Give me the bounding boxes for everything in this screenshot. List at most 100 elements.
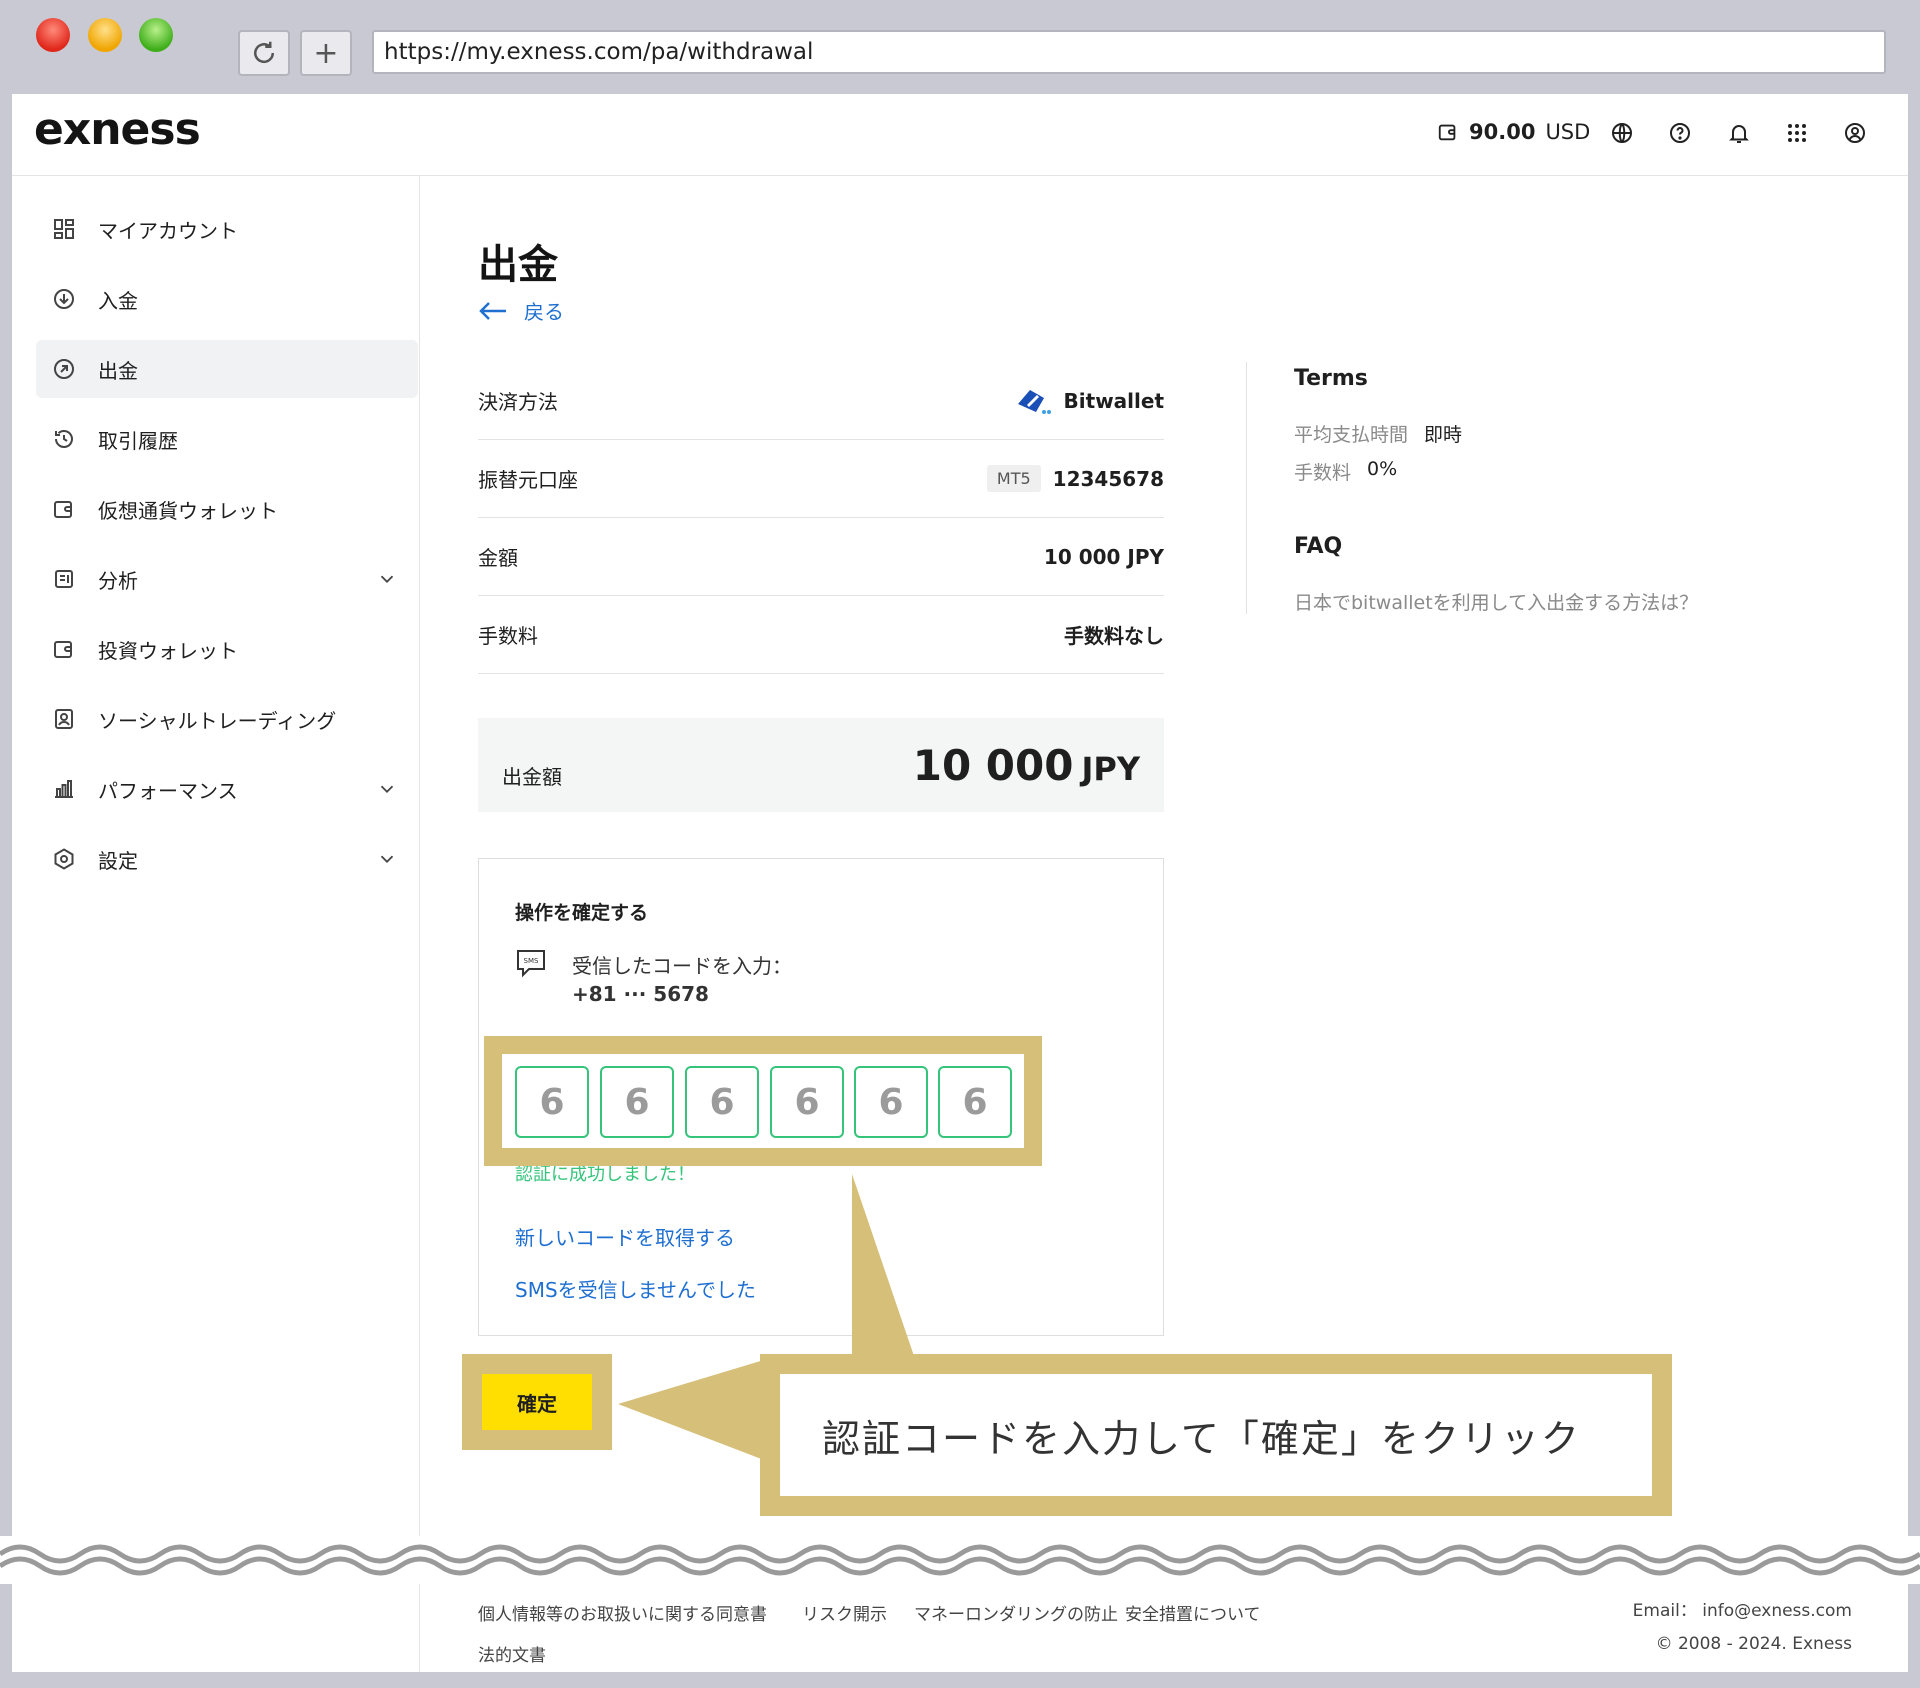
row-label: 手数料 <box>478 624 538 648</box>
amount-row: 金額 10 000 JPY <box>478 518 1164 596</box>
sidebar-item-label: 投資ウォレット <box>98 638 238 663</box>
footer-email: Email： info@exness.com <box>1632 1601 1852 1621</box>
reload-icon <box>254 41 275 64</box>
sidebar-item-performance[interactable]: パフォーマンス <box>36 760 418 818</box>
faq-link[interactable]: 日本でbitwalletを利用して入出金する方法は？ <box>1294 588 1698 615</box>
term-value: 0% <box>1367 458 1398 480</box>
footer-link-risk[interactable]: リスク開示 <box>802 1600 887 1625</box>
instruction-callout: 認証コードを入力して「確定」をクリック <box>780 1374 1652 1496</box>
bar-chart-icon <box>50 775 78 803</box>
language-button[interactable] <box>1609 120 1635 146</box>
confirmation-title: 操作を確定する <box>515 902 649 924</box>
notifications-button[interactable] <box>1726 120 1752 146</box>
user-icon <box>1845 123 1865 143</box>
balance-widget[interactable]: 90.00 USD <box>1437 120 1590 144</box>
new-tab-button[interactable]: + <box>300 30 352 76</box>
code-digit-input[interactable]: 6 <box>600 1066 674 1138</box>
sidebar-item-label: 設定 <box>98 848 138 873</box>
sidebar-item-my-account[interactable]: マイアカウント <box>36 200 418 258</box>
footer-copyright: © 2008 - 2024. Exness <box>1655 1634 1852 1654</box>
row-label: 決済方法 <box>478 390 558 414</box>
sidebar-item-label: 分析 <box>98 568 138 593</box>
payment-method-row: 決済方法 Bitwallet <box>478 362 1164 440</box>
sidebar-item-settings[interactable]: 設定 <box>36 830 418 888</box>
page-cut-wave <box>0 1536 1920 1584</box>
sidebar-item-label: 入金 <box>98 288 138 313</box>
back-link[interactable]: 戻る <box>478 296 564 325</box>
withdraw-icon <box>50 355 78 383</box>
bell-icon <box>1729 125 1749 143</box>
footer-link-legal[interactable]: 法的文書 <box>478 1641 546 1666</box>
sidebar-item-withdrawal[interactable]: 出金 <box>36 340 418 398</box>
sidebar-item-history[interactable]: 取引履歴 <box>36 410 418 468</box>
fee-row: 手数料 手数料なし <box>478 596 1164 674</box>
faq-title: FAQ <box>1294 534 1343 559</box>
reload-button[interactable] <box>238 30 290 76</box>
sidebar-item-social-trading[interactable]: ソーシャルトレーディング <box>36 690 418 748</box>
footer-link-privacy[interactable]: 個人情報等のお取扱いに関する同意書 <box>478 1600 767 1625</box>
sidebar-item-analytics[interactable]: 分析 <box>36 550 418 608</box>
minimize-window-button[interactable] <box>88 18 122 52</box>
code-digit-input[interactable]: 6 <box>854 1066 928 1138</box>
chevron-down-icon <box>380 785 394 794</box>
row-value: 12345678 <box>1052 466 1164 491</box>
code-digit-input[interactable]: 6 <box>938 1066 1012 1138</box>
dashboard-icon <box>50 215 78 243</box>
wallet-icon <box>50 635 78 663</box>
apps-grid-icon <box>1788 124 1806 142</box>
maximize-window-button[interactable] <box>139 18 173 52</box>
footer-link-aml[interactable]: マネーロンダリングの防止 <box>914 1600 1118 1625</box>
address-bar[interactable]: https://my.exness.com/pa/withdrawal <box>372 30 1886 74</box>
profile-button[interactable] <box>1842 120 1868 146</box>
code-digit-input[interactable]: 6 <box>770 1066 844 1138</box>
analytics-icon <box>50 565 78 593</box>
avg-payout-time: 平均支払時間 即時 <box>1294 420 1462 447</box>
column-divider <box>1246 362 1247 614</box>
withdrawal-total: 出金額 10 000 JPY <box>478 718 1164 812</box>
fee-term: 手数料 0% <box>1294 458 1397 485</box>
deposit-icon <box>50 285 78 313</box>
bitwallet-icon <box>1017 389 1051 414</box>
total-currency: JPY <box>1081 749 1140 788</box>
term-label: 平均支払時間 <box>1294 424 1409 446</box>
sidebar-item-label: マイアカウント <box>98 218 238 243</box>
sidebar-item-label: 出金 <box>98 358 138 383</box>
sidebar-item-investment-wallet[interactable]: 投資ウォレット <box>36 620 418 678</box>
help-icon <box>1670 123 1690 143</box>
row-label: 金額 <box>478 546 518 570</box>
terms-title: Terms <box>1294 366 1368 391</box>
settings-icon <box>50 845 78 873</box>
masked-phone: +81 ··· 5678 <box>572 982 709 1006</box>
sidebar-item-deposit[interactable]: 入金 <box>36 270 418 328</box>
sms-icon: SMS <box>517 950 545 978</box>
arrow-left-icon <box>479 301 506 320</box>
sidebar-item-crypto-wallet[interactable]: 仮想通貨ウォレット <box>36 480 418 538</box>
wallet-icon <box>50 495 78 523</box>
apps-button[interactable] <box>1784 120 1810 146</box>
chevron-down-icon <box>380 575 394 584</box>
code-prompt: 受信したコードを入力： <box>572 954 792 978</box>
balance-currency: USD <box>1545 120 1591 144</box>
chevron-down-icon <box>380 855 394 864</box>
close-window-button[interactable] <box>36 18 70 52</box>
exness-logo[interactable]: exness <box>34 104 201 155</box>
row-value: 10 000 JPY <box>1043 544 1164 569</box>
help-button[interactable] <box>1667 120 1693 146</box>
row-value: Bitwallet <box>1063 388 1164 413</box>
total-label: 出金額 <box>502 764 562 789</box>
balance-amount: 90.00 <box>1469 120 1536 144</box>
source-account-row: 振替元口座 MT5 12345678 <box>478 440 1164 518</box>
platform-badge: MT5 <box>986 465 1041 492</box>
footer-link-security[interactable]: 安全措置について <box>1125 1600 1261 1625</box>
svg-text:SMS: SMS <box>524 957 539 965</box>
confirm-button[interactable]: 確定 <box>482 1374 592 1430</box>
wallet-icon <box>1438 124 1456 141</box>
sidebar-item-label: ソーシャルトレーディング <box>98 708 337 733</box>
term-value: 即時 <box>1424 424 1463 446</box>
back-label: 戻る <box>524 300 564 324</box>
sidebar-item-label: パフォーマンス <box>98 778 238 803</box>
history-icon <box>50 425 78 453</box>
social-trading-icon <box>50 705 78 733</box>
code-digit-input[interactable]: 6 <box>685 1066 759 1138</box>
code-digit-input[interactable]: 6 <box>515 1066 589 1138</box>
